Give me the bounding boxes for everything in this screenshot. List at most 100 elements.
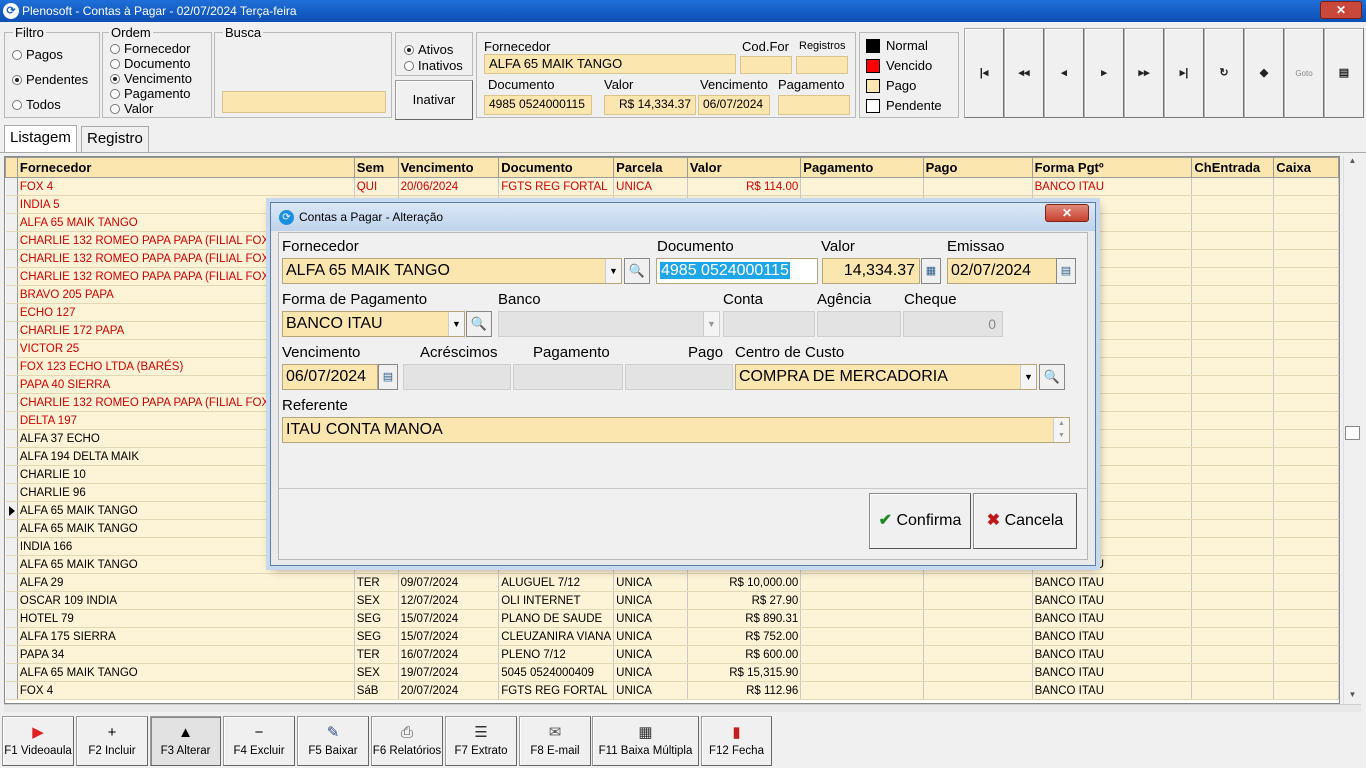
grid-col-header[interactable]: Parcela	[613, 157, 688, 178]
scroll-thumb[interactable]	[1345, 426, 1360, 440]
rewind-button[interactable]: ◂◂	[1004, 28, 1044, 118]
grid-col-header[interactable]: Forma Pgtº	[1031, 157, 1193, 178]
status-radio-0[interactable]: Ativos	[404, 42, 453, 57]
grid-cell: SEX	[354, 591, 399, 610]
grid-col-header[interactable]: Fornecedor	[16, 157, 355, 178]
tab-listagem[interactable]: Listagem	[4, 125, 77, 153]
f5-baixar-button[interactable]: ✎ F5 Baixar	[297, 716, 369, 766]
grid-cell	[1273, 267, 1339, 286]
dlg-fornecedor-select[interactable]: ALFA 65 MAIK TANGO ▼	[282, 258, 622, 284]
prev-record-button[interactable]: ◂	[1044, 28, 1084, 118]
ordem-radio-0[interactable]: Fornecedor	[110, 41, 190, 56]
grid-horizontal-scrollbar[interactable]	[4, 704, 1361, 712]
dlg-centro-search-icon[interactable]: 🔍	[1039, 364, 1065, 390]
dlg-vencimento-input[interactable]: 06/07/2024	[282, 364, 378, 390]
grid-cell: FOX 4	[17, 681, 355, 700]
radio-dot-icon	[12, 50, 22, 60]
dlg-emissao-calendar-icon[interactable]: ▤	[1056, 258, 1076, 284]
grid-cell	[1273, 177, 1339, 196]
grid-col-header[interactable]: ChEntrada	[1191, 157, 1275, 178]
tab-registro[interactable]: Registro	[81, 126, 149, 152]
dlg-emissao-input[interactable]: 02/07/2024	[947, 258, 1057, 284]
confirma-button[interactable]: ✔ Confirma	[869, 493, 971, 549]
scroll-up-icon[interactable]: ▲	[1344, 156, 1361, 170]
status-radio-1[interactable]: Inativos	[404, 58, 463, 73]
f8-email-button[interactable]: ✉ F8 E-mail	[519, 716, 591, 766]
grid-col-header[interactable]: Pago	[922, 157, 1033, 178]
dlg-forma-search-icon[interactable]: 🔍	[466, 311, 492, 337]
next-record-button[interactable]: ▸	[1084, 28, 1124, 118]
form-button[interactable]: ▤	[1324, 28, 1364, 118]
f4-excluir-button[interactable]: − F4 Excluir	[223, 716, 295, 766]
forward-icon: ▸▸	[1138, 67, 1150, 79]
grid-vertical-scrollbar[interactable]: ▲ ▼	[1343, 156, 1361, 704]
ordem-radio-4[interactable]: Valor	[110, 101, 153, 116]
filtro-radio-2[interactable]: Todos	[12, 97, 61, 112]
first-record-button[interactable]: |◂	[964, 28, 1004, 118]
dlg-centro-dropdown-icon[interactable]: ▼	[1020, 365, 1036, 389]
dlg-forma-select[interactable]: BANCO ITAU ▼	[282, 311, 465, 337]
cancela-button[interactable]: ✖ Cancela	[973, 493, 1077, 549]
f1-videoaula-button[interactable]: ▶ F1 Videoaula	[2, 716, 74, 766]
grid-corner	[5, 157, 18, 178]
table-row[interactable]: ALFA 29 TER 09/07/2024 ALUGUEL 7/12 UNICA R$ …	[5, 573, 1339, 592]
f3-alterar-button[interactable]: ▲ F3 Alterar	[150, 716, 221, 766]
inativar-button[interactable]: Inativar	[395, 80, 473, 120]
f7-extrato-button[interactable]: ☰ F7 Extrato	[445, 716, 517, 766]
tag-icon-icon: ◆	[1259, 67, 1269, 79]
dlg-forma-dropdown-icon[interactable]: ▼	[448, 312, 464, 336]
dlg-fornecedor-search-icon[interactable]: 🔍	[624, 258, 650, 284]
table-row[interactable]: OSCAR 109 INDIA SEX 12/07/2024 OLI INTERNET…	[5, 591, 1339, 610]
dlg-referente-spin-icon[interactable]: ▲ ▼	[1053, 418, 1069, 442]
f11-baixa-multipla-button[interactable]: ▦ F11 Baixa Múltipla	[592, 716, 699, 766]
refresh-button[interactable]: ↻	[1204, 28, 1244, 118]
last-record-button[interactable]: ▸|	[1164, 28, 1204, 118]
grid-col-header[interactable]: Documento	[498, 157, 615, 178]
radio-dot-icon	[110, 89, 120, 99]
grid-col-header[interactable]: Pagamento	[800, 157, 924, 178]
grid-cell: TER	[354, 645, 399, 664]
grid-cell: SEG	[354, 609, 399, 628]
grid-cell: UNICA	[613, 663, 688, 682]
dlg-valor-value: 14,334.37	[843, 262, 915, 279]
grid-col-header[interactable]: Caixa	[1273, 157, 1339, 178]
dlg-valor-calculator-icon[interactable]: ▦	[921, 258, 941, 284]
ordem-radio-2[interactable]: Vencimento	[110, 71, 192, 86]
ordem-radio-3[interactable]: Pagamento	[110, 86, 191, 101]
f12-fecha-button[interactable]: ▮ F12 Fecha	[701, 716, 772, 766]
dlg-documento-input[interactable]: 4985 0524000115	[656, 258, 818, 284]
grid-col-header[interactable]: Sem	[353, 157, 399, 178]
radio-dot-icon	[12, 75, 22, 85]
scroll-down-icon[interactable]: ▼	[1344, 690, 1361, 704]
ordem-radio-1[interactable]: Documento	[110, 56, 190, 71]
dlg-centro-select[interactable]: COMPRA DE MERCADORIA ▼	[735, 364, 1037, 390]
filtro-radio-0[interactable]: Pagos	[12, 47, 63, 62]
table-row[interactable]: PAPA 34 TER 16/07/2024 PLENO 7/12 UNICA R$ 60…	[5, 645, 1339, 664]
filtro-radio-1[interactable]: Pendentes	[12, 72, 88, 87]
tag-icon-button[interactable]: ◆	[1244, 28, 1284, 118]
busca-input[interactable]	[222, 91, 386, 113]
table-row[interactable]: ALFA 175 SIERRA SEG 15/07/2024 CLEUZANIRA V…	[5, 627, 1339, 646]
dlg-vencimento-calendar-icon[interactable]: ▤	[378, 364, 398, 390]
prev-record-icon: ◂	[1061, 67, 1067, 79]
dlg-referente-input[interactable]: ITAU CONTA MANOA ▲ ▼	[282, 417, 1070, 443]
table-row[interactable]: FOX 4 QUI 20/06/2024 FGTS REG FORTAL UNICA R$…	[5, 177, 1339, 196]
table-row[interactable]: HOTEL 79 SEG 15/07/2024 PLANO DE SAUDE UNICA…	[5, 609, 1339, 628]
forward-button[interactable]: ▸▸	[1124, 28, 1164, 118]
dialog-close-button[interactable]: ✕	[1045, 204, 1089, 222]
ordem-radio-label: Documento	[124, 56, 191, 71]
f6-relatorios-button[interactable]: ⎙ F6 Relatórios	[371, 716, 443, 766]
goto-button[interactable]: Goto	[1284, 28, 1324, 118]
ordem-radio-label: Fornecedor	[124, 41, 191, 56]
table-row[interactable]: ALFA 65 MAIK TANGO SEX 19/07/2024 5045 0524…	[5, 663, 1339, 682]
legend-swatch	[866, 59, 880, 73]
grid-col-header[interactable]: Valor	[686, 157, 802, 178]
dlg-forma-label: Forma de Pagamento	[282, 291, 428, 308]
grid-col-header[interactable]: Vencimento	[397, 157, 500, 178]
f2-incluir-button[interactable]: + F2 Incluir	[76, 716, 148, 766]
dlg-valor-input[interactable]: 14,334.37	[822, 258, 920, 284]
window-close-button[interactable]: ✕	[1320, 1, 1362, 19]
table-row[interactable]: FOX 4 SáB 20/07/2024 FGTS REG FORTAL UNICA R$…	[5, 681, 1339, 700]
dlg-fornecedor-dropdown-icon[interactable]: ▼	[605, 259, 621, 283]
row-indicator	[5, 609, 18, 628]
